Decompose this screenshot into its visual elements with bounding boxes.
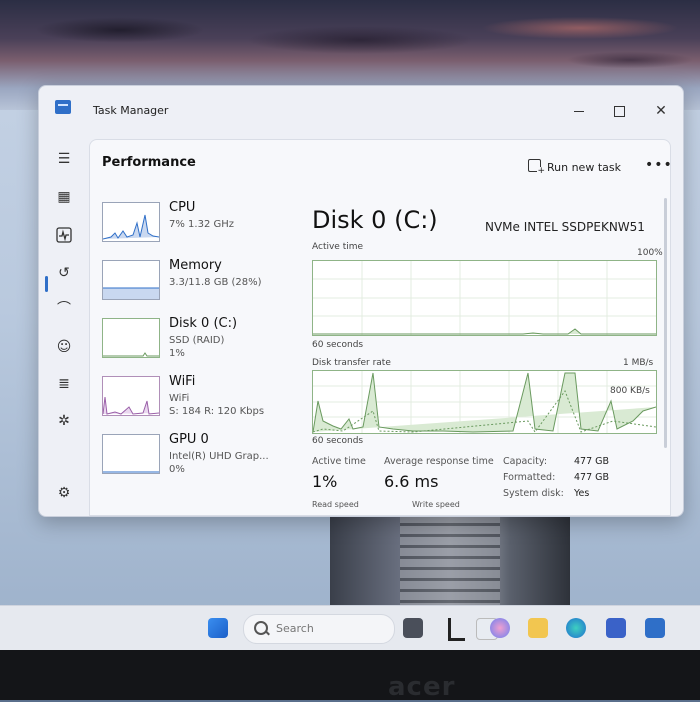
formatted-label: Formatted:	[503, 472, 556, 483]
disk-thumbnail	[102, 318, 160, 358]
system-disk-label: System disk:	[503, 488, 564, 499]
transfer-rate-mid: 800 KB/s	[610, 386, 650, 396]
formatted-value: 477 GB	[574, 472, 610, 483]
copilot-icon[interactable]	[490, 618, 510, 638]
camera-icon[interactable]	[403, 618, 423, 638]
run-new-task-label: Run new task	[547, 161, 621, 174]
read-speed-label: Read speed	[312, 500, 359, 509]
performance-icon[interactable]	[53, 224, 75, 246]
processes-icon[interactable]: ▦	[53, 186, 75, 208]
brand-logo: acer	[388, 672, 456, 702]
file-explorer-icon[interactable]	[528, 618, 548, 638]
device-name: Memory	[169, 258, 222, 273]
device-gpu[interactable]: GPU 0 Intel(R) UHD Grap... 0%	[102, 432, 298, 482]
device-detail: SSD (RAID)	[169, 335, 225, 346]
device-detail: 3.3/11.8 GB (28%)	[169, 277, 262, 288]
memory-thumbnail	[102, 260, 160, 300]
search-placeholder: Search	[276, 622, 314, 635]
disk-detail-pane: Disk 0 (C:) NVMe INTEL SSDPEKNW51 Active…	[312, 188, 670, 515]
active-time-graph	[312, 260, 657, 336]
task-manager-taskbar-icon[interactable]	[645, 618, 665, 638]
device-usage: S: 184 R: 120 Kbps	[169, 406, 265, 417]
device-usage: 1%	[169, 348, 185, 359]
taskbar-search-input[interactable]: Search	[243, 614, 395, 644]
transfer-rate-graph	[312, 370, 657, 434]
avg-response-label: Average response time	[384, 456, 494, 467]
search-icon	[254, 621, 268, 635]
write-speed-label: Write speed	[412, 500, 460, 509]
page-title: Performance	[102, 155, 196, 170]
gpu-thumbnail	[102, 434, 160, 474]
wallpaper-pier	[330, 515, 570, 610]
device-detail: Intel(R) UHD Grap...	[169, 451, 269, 462]
active-time-stat-label: Active time	[312, 456, 366, 467]
performance-panel: Performance Run new task ••• CPU 7% 1.32…	[89, 139, 673, 516]
run-task-icon	[528, 159, 545, 176]
disk-model: NVMe INTEL SSDPEKNW51	[485, 220, 645, 234]
maximize-button[interactable]	[599, 96, 639, 126]
active-time-stat-value: 1%	[312, 472, 338, 491]
device-list: CPU 7% 1.32 GHz Memory 3.3/11.8 GB (28%)…	[90, 188, 298, 515]
run-new-task-button[interactable]: Run new task	[528, 159, 621, 176]
store-icon[interactable]	[606, 618, 626, 638]
cpu-thumbnail	[102, 202, 160, 242]
close-button[interactable]: ✕	[641, 96, 681, 126]
device-usage: 0%	[169, 464, 185, 475]
app-l-icon[interactable]	[448, 618, 465, 641]
device-name: CPU	[169, 200, 196, 215]
transfer-rate-max: 1 MB/s	[623, 358, 654, 368]
title-bar[interactable]: Task Manager ✕	[39, 86, 683, 136]
users-icon[interactable]: ☺	[53, 336, 75, 358]
taskbar: Search	[0, 605, 700, 651]
avg-response-value: 6.6 ms	[384, 472, 439, 491]
transfer-rate-seconds: 60 seconds	[312, 436, 364, 446]
minimize-button[interactable]	[559, 96, 599, 126]
start-button-icon[interactable]	[208, 618, 228, 638]
capacity-label: Capacity:	[503, 456, 548, 467]
device-memory[interactable]: Memory 3.3/11.8 GB (28%)	[102, 258, 298, 308]
device-disk[interactable]: Disk 0 (C:) SSD (RAID) 1%	[102, 316, 298, 366]
app-history-icon[interactable]: ↺	[53, 262, 75, 284]
capacity-value: 477 GB	[574, 456, 610, 467]
more-options-button[interactable]: •••	[645, 157, 673, 173]
details-icon[interactable]: ≣	[53, 373, 75, 395]
left-navigation: ☰ ▦ ↺ ⌒ ☺ ≣ ✲ ⚙	[39, 136, 87, 516]
device-name: Disk 0 (C:)	[169, 316, 238, 331]
device-name: GPU 0	[169, 432, 209, 447]
device-name: WiFi	[169, 374, 196, 389]
active-time-max: 100%	[637, 248, 663, 258]
system-disk-value: Yes	[574, 488, 590, 499]
nav-active-indicator	[45, 276, 48, 292]
device-detail: 7% 1.32 GHz	[169, 219, 235, 230]
transfer-rate-label: Disk transfer rate	[312, 358, 391, 368]
task-manager-window: Task Manager ✕ ☰ ▦ ↺ ⌒ ☺ ≣ ✲ ⚙ Performan…	[38, 85, 684, 517]
active-time-label: Active time	[312, 242, 364, 252]
scrollbar[interactable]	[664, 198, 667, 448]
device-wifi[interactable]: WiFi WiFi S: 184 R: 120 Kbps	[102, 374, 298, 424]
disk-title: Disk 0 (C:)	[312, 206, 438, 234]
window-title: Task Manager	[93, 104, 169, 117]
laptop-bezel	[0, 650, 700, 700]
active-time-seconds: 60 seconds	[312, 340, 364, 350]
device-cpu[interactable]: CPU 7% 1.32 GHz	[102, 200, 298, 250]
task-manager-icon	[55, 100, 71, 114]
hamburger-menu-icon[interactable]: ☰	[53, 148, 75, 170]
device-detail: WiFi	[169, 393, 190, 404]
wifi-thumbnail	[102, 376, 160, 416]
startup-apps-icon[interactable]: ⌒	[53, 298, 75, 320]
edge-icon[interactable]	[566, 618, 586, 638]
settings-icon[interactable]: ⚙	[53, 482, 75, 504]
services-icon[interactable]: ✲	[53, 410, 75, 432]
